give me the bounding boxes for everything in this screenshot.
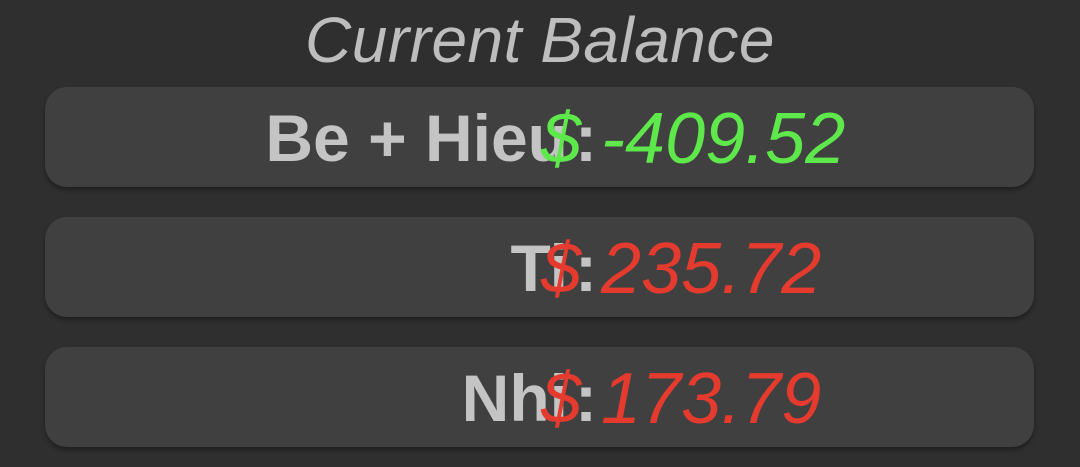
balance-row-nhi: Nhi : $ 173.79	[45, 347, 1034, 447]
balance-name: Be + Hieu	[265, 101, 568, 175]
balance-row-ti: Ti : $ 235.72	[45, 217, 1034, 317]
balance-amount: $ 235.72	[541, 229, 822, 309]
page-title: Current Balance	[305, 4, 775, 76]
balance-amount: $ -409.52	[541, 99, 846, 179]
balance-row-be-hieu: Be + Hieu : $ -409.52	[45, 87, 1034, 187]
balance-amount: $ 173.79	[541, 359, 822, 439]
